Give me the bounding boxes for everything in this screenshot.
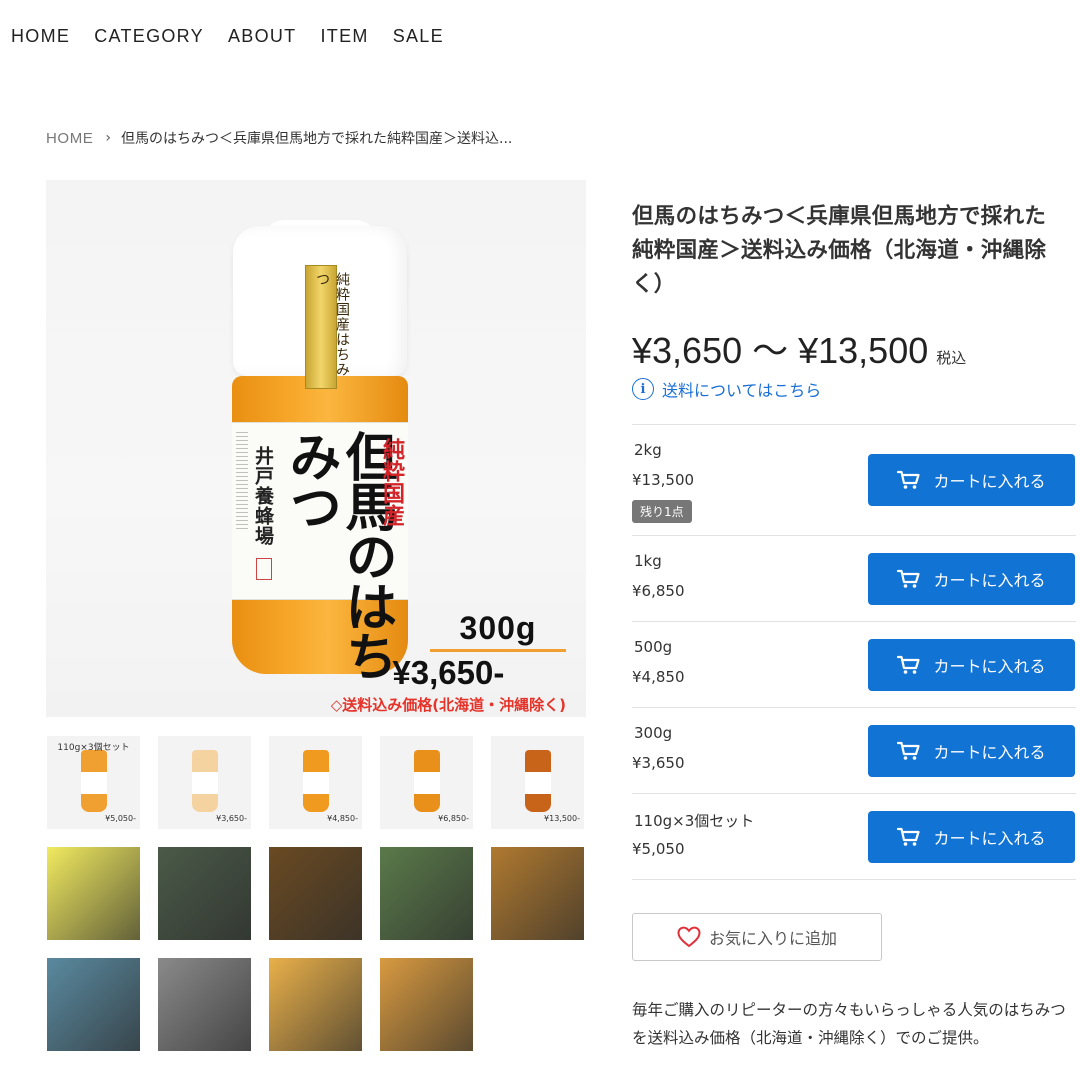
thumbnail-price: ¥3,650- <box>216 814 247 823</box>
breadcrumb-home[interactable]: HOME <box>46 130 93 147</box>
thumbnail-14[interactable] <box>380 958 473 1051</box>
stock-badge: 残り1点 <box>632 500 692 523</box>
breadcrumb: HOME › 但馬のはちみつ＜兵庫県但馬地方で採れた純粋国産＞送料込... <box>46 128 512 148</box>
variant-row: 2kg ¥13,500 残り1点 カートに入れる <box>632 425 1076 536</box>
label-maker: 井戸養蜂場 <box>252 446 274 546</box>
thumbnail-1[interactable]: 110g×3個セット ¥5,050- <box>47 736 140 829</box>
cart-icon <box>897 655 921 675</box>
thumbnail-price: ¥4,850- <box>327 814 358 823</box>
label-fine-print <box>236 432 248 532</box>
image-price-box: 300g ¥3,650- ◇送料込み価格(北海道・沖縄除く) <box>331 610 566 715</box>
variant-name: 2kg <box>634 441 662 459</box>
variant-price: ¥5,050 <box>632 840 685 858</box>
thumbnail-6[interactable] <box>47 847 140 940</box>
product-title: 但馬のはちみつ＜兵庫県但馬地方で採れた純粋国産＞送料込み価格（北海道・沖縄除く） <box>632 204 1047 297</box>
cart-icon <box>897 470 921 490</box>
nav-sale[interactable]: SALE <box>393 26 444 47</box>
thumbnail-2[interactable]: ¥3,650- <box>158 736 251 829</box>
product-description: 毎年ご購入のリピーターの方々もいらっしゃる人気のはちみつを送料込み価格（北海道・… <box>632 1001 1066 1047</box>
top-nav: HOME CATEGORY ABOUT ITEM SALE <box>11 26 468 47</box>
image-weight: 300g <box>430 610 566 652</box>
cart-button-label: カートに入れる <box>933 571 1046 590</box>
tax-label: 税込 <box>936 349 967 367</box>
thumbnail-price: ¥5,050- <box>105 814 136 823</box>
thumbnail-price: ¥13,500- <box>544 814 580 823</box>
seal-text: 純粋国産はちみつ <box>314 272 350 377</box>
variant-price: ¥3,650 <box>632 754 685 772</box>
add-to-cart-button[interactable]: カートに入れる <box>868 811 1075 863</box>
thumbnail-9[interactable] <box>380 847 473 940</box>
thumbnail-4[interactable]: ¥6,850- <box>380 736 473 829</box>
nav-item[interactable]: ITEM <box>320 26 368 47</box>
info-icon: i <box>632 378 654 400</box>
nav-home[interactable]: HOME <box>11 26 70 47</box>
variant-row: 300g ¥3,650 カートに入れる <box>632 708 1076 794</box>
add-to-cart-button[interactable]: カートに入れる <box>868 454 1075 506</box>
add-favorite-button[interactable]: お気に入りに追加 <box>632 913 882 961</box>
thumbnail-5[interactable]: ¥13,500- <box>491 736 584 829</box>
add-to-cart-button[interactable]: カートに入れる <box>868 639 1075 691</box>
variant-name: 1kg <box>634 552 662 570</box>
thumbnail-12[interactable] <box>158 958 251 1051</box>
cart-button-label: カートに入れる <box>933 743 1046 762</box>
shipping-info-link[interactable]: i 送料についてはこちら <box>632 377 821 401</box>
cart-button-label: カートに入れる <box>933 657 1046 676</box>
variant-row: 110g×3個セット ¥5,050 カートに入れる <box>632 794 1076 880</box>
variant-price: ¥13,500 <box>632 471 695 489</box>
gold-seal: 純粋国産はちみつ <box>305 265 350 389</box>
variant-name: 500g <box>634 638 673 656</box>
thumbnail-11[interactable] <box>47 958 140 1051</box>
variant-row: 1kg ¥6,850 カートに入れる <box>632 536 1076 622</box>
cart-icon <box>897 569 921 589</box>
label-red-text: 純粋国産 <box>379 438 405 526</box>
cart-icon <box>897 827 921 847</box>
variant-row: 500g ¥4,850 カートに入れる <box>632 622 1076 708</box>
thumbnail-10[interactable] <box>491 847 584 940</box>
chevron-right-icon: › <box>105 130 112 146</box>
price-range: ¥3,650 〜 ¥13,500 税込 <box>632 322 966 374</box>
cart-icon <box>897 741 921 761</box>
thumbnail-7[interactable] <box>158 847 251 940</box>
variant-price: ¥6,850 <box>632 582 685 600</box>
shipping-link-text[interactable]: 送料についてはこちら <box>662 377 821 401</box>
cart-button-label: カートに入れる <box>933 829 1046 848</box>
add-to-cart-button[interactable]: カートに入れる <box>868 725 1075 777</box>
image-price-note: ◇送料込み価格(北海道・沖縄除く) <box>330 696 566 714</box>
variant-name: 110g×3個セット <box>634 812 755 830</box>
variant-price: ¥4,850 <box>632 668 685 686</box>
variant-name: 300g <box>634 724 673 742</box>
nav-about[interactable]: ABOUT <box>228 26 297 47</box>
thumbnail-8[interactable] <box>269 847 362 940</box>
heart-icon <box>677 926 701 948</box>
thumbnail-13[interactable] <box>269 958 362 1051</box>
price-range-value: ¥3,650 〜 ¥13,500 <box>632 330 929 371</box>
main-product-image[interactable]: 純粋国産はちみつ 井戸養蜂場 但馬のはちみつ 純粋国産 300g ¥3,650-… <box>46 180 586 717</box>
nav-category[interactable]: CATEGORY <box>94 26 204 47</box>
thumbnail-caption: 110g×3個セット <box>57 743 130 753</box>
thumbnail-3[interactable]: ¥4,850- <box>269 736 362 829</box>
variant-list: 2kg ¥13,500 残り1点 カートに入れる 1kg ¥6,850 カートに入れる 500… <box>632 424 1076 880</box>
label-stamp <box>256 558 272 580</box>
breadcrumb-current: 但馬のはちみつ＜兵庫県但馬地方で採れた純粋国産＞送料込... <box>121 131 513 147</box>
thumbnail-price: ¥6,850- <box>438 814 469 823</box>
image-price: ¥3,650- <box>392 654 505 691</box>
add-to-cart-button[interactable]: カートに入れる <box>868 553 1075 605</box>
favorite-label: お気に入りに追加 <box>708 929 837 948</box>
cart-button-label: カートに入れる <box>933 472 1046 491</box>
